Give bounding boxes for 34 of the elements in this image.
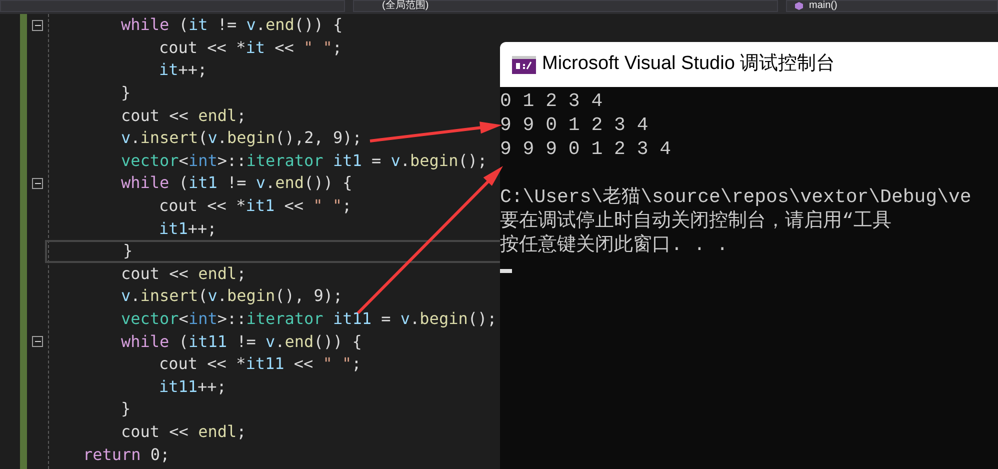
- code-line: v.insert(v.begin(), 9);: [121, 285, 343, 308]
- code-line: cout << *it1 << " ";: [159, 195, 352, 218]
- code-line: }: [121, 398, 131, 420]
- code-line: cout << *it11 << " ";: [159, 353, 362, 376]
- console-line: C:\Users\老猫\source\repos\vextor\Debug\ve: [500, 185, 972, 209]
- code-line: cout << endl;: [121, 420, 246, 443]
- collapse-button[interactable]: [32, 20, 43, 31]
- code-line: cout << *it << " ";: [159, 36, 342, 59]
- code-line: cout << endl;: [121, 262, 246, 285]
- console-line: 9 9 0 1 2 3 4: [500, 113, 648, 137]
- code-line: cout << endl;: [121, 104, 246, 127]
- code-line: }: [121, 82, 131, 104]
- cube-icon: [795, 2, 803, 10]
- console-line: 要在调试停止时自动关闭控制台，请启用“工具: [500, 209, 892, 233]
- code-line: vector<int>::iterator it1 = v.begin();: [121, 150, 488, 172]
- code-line: while (it1 != v.end()) {: [121, 172, 352, 194]
- console-line: 0 1 2 3 4: [500, 89, 603, 113]
- code-line: it++;: [159, 59, 208, 82]
- code-line: return 0;: [83, 444, 170, 466]
- collapse-button[interactable]: [32, 336, 43, 348]
- code-line: while (it11 != v.end()) {: [121, 330, 362, 353]
- collapse-button[interactable]: [32, 178, 43, 189]
- code-line: it1++;: [159, 218, 217, 240]
- console-line: 9 9 9 0 1 2 3 4: [500, 137, 672, 161]
- console-app-icon: [512, 56, 536, 74]
- member-dropdown[interactable]: main(): [786, 0, 998, 12]
- code-line: while (it != v.end()) {: [121, 14, 343, 36]
- window-title: Microsoft Visual Studio 调试控制台: [542, 52, 836, 76]
- console-line: 按任意键关闭此窗口. . .: [500, 233, 728, 257]
- code-line: vector<int>::iterator it11 = v.begin();: [121, 308, 497, 330]
- scope-dropdown[interactable]: (全局范围): [353, 0, 778, 12]
- code-line: it11++;: [159, 376, 226, 398]
- code-line: }: [123, 240, 133, 262]
- code-line: v.insert(v.begin(),2, 9);: [121, 127, 362, 150]
